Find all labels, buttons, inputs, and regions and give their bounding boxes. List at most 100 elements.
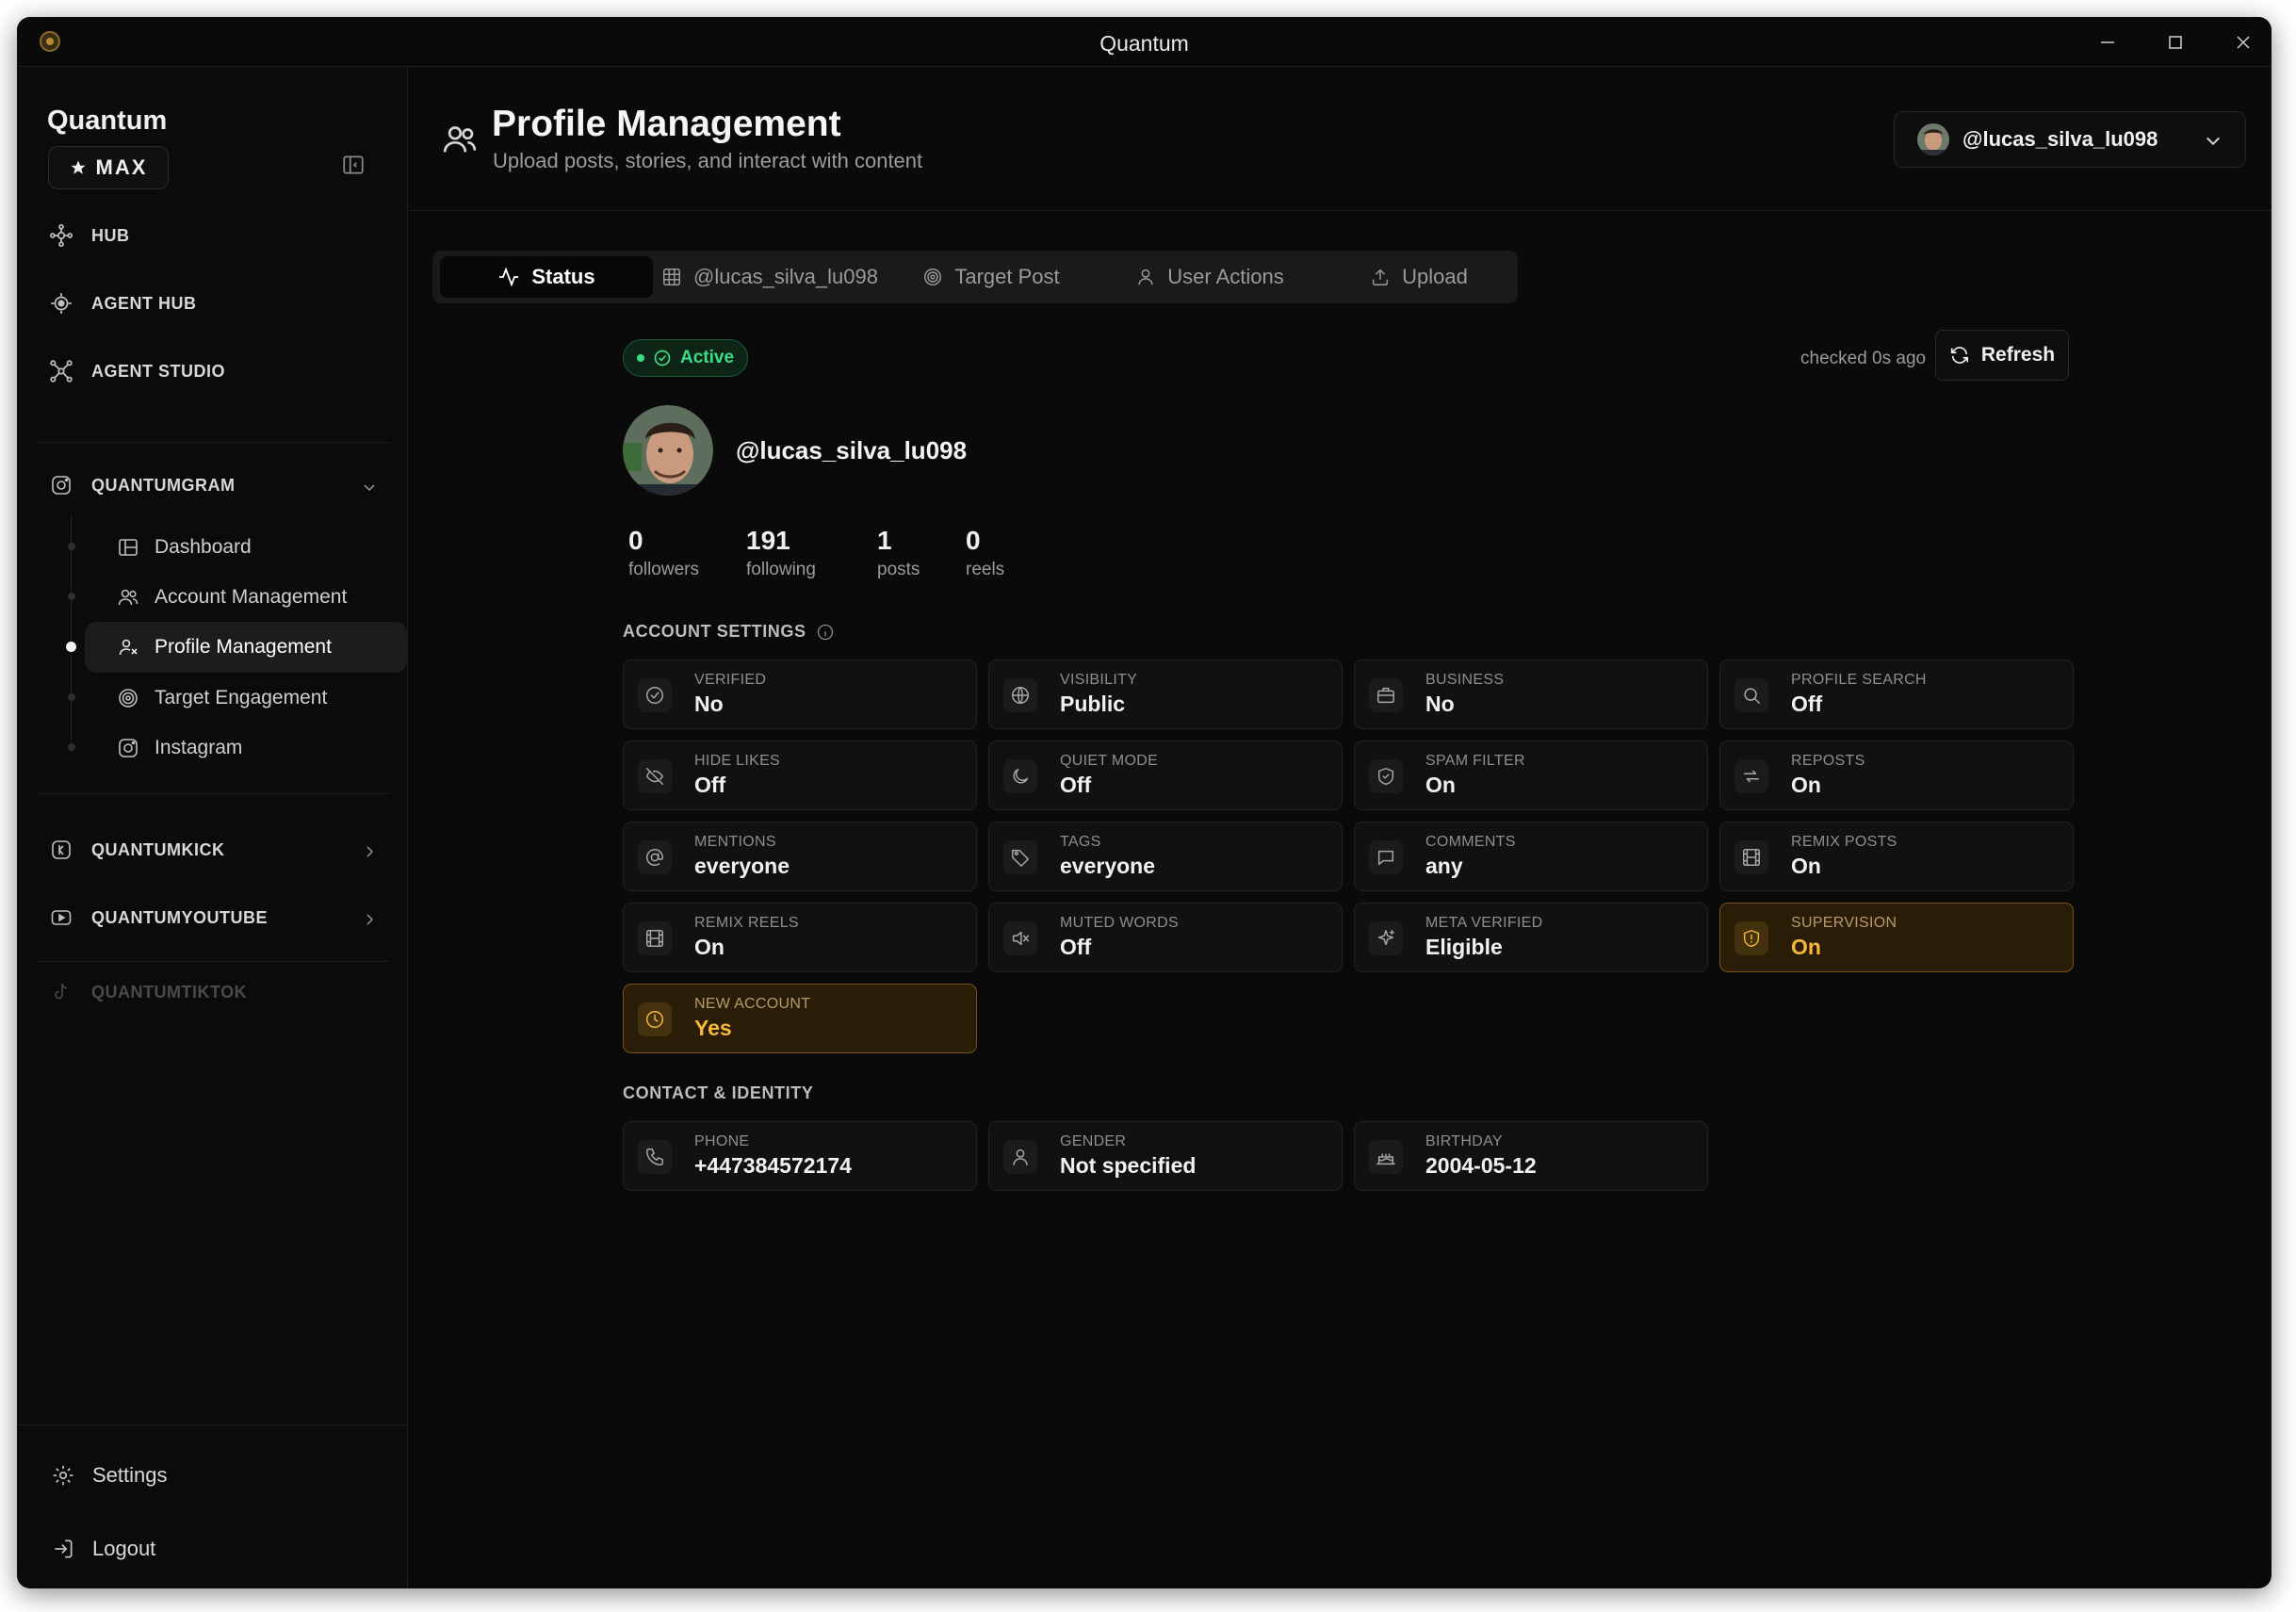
stat-label: followers xyxy=(628,560,699,579)
tab-status[interactable]: Status xyxy=(440,256,653,298)
tab-target-post[interactable]: Target Post xyxy=(894,256,1088,298)
chevron-right-icon[interactable] xyxy=(360,910,379,929)
setting-label: GENDER xyxy=(1060,1133,1127,1149)
setting-value: Public xyxy=(1060,692,1126,716)
setting-label: VISIBILITY xyxy=(1060,672,1138,688)
tab-profile[interactable]: @lucas_silva_lu098 xyxy=(659,256,881,298)
stat-label: posts xyxy=(877,560,920,579)
sidebar-item-account-management[interactable]: Account Management xyxy=(85,572,407,623)
setting-label: COMMENTS xyxy=(1425,834,1516,850)
setting-value: Off xyxy=(1060,935,1092,959)
setting-label: PROFILE SEARCH xyxy=(1791,672,1927,688)
setting-card: MUTED WORDS Off xyxy=(988,903,1343,972)
chevron-right-icon[interactable] xyxy=(360,842,379,861)
setting-card: QUIET MODE Off xyxy=(988,741,1343,810)
sidebar-divider xyxy=(36,442,389,443)
setting-label: REPOSTS xyxy=(1791,753,1865,769)
tab-upload-label: Upload xyxy=(1402,265,1468,288)
setting-card: REMIX POSTS On xyxy=(1719,822,2074,891)
tree-dot xyxy=(68,593,75,600)
sidebar-divider xyxy=(36,961,389,962)
nav-agent-hub[interactable]: AGENT HUB xyxy=(48,290,197,317)
star-icon xyxy=(71,160,86,174)
maximize-button[interactable] xyxy=(2141,17,2209,67)
settings-button[interactable]: Settings xyxy=(51,1463,168,1488)
setting-label: META VERIFIED xyxy=(1425,915,1543,931)
tab-upload[interactable]: Upload xyxy=(1327,256,1510,298)
comment-icon xyxy=(1369,840,1403,874)
nav-agent-studio-label: AGENT STUDIO xyxy=(91,361,226,381)
setting-label: SUPERVISION xyxy=(1791,915,1897,931)
refresh-label: Refresh xyxy=(1980,344,2056,366)
logout-icon xyxy=(55,1539,73,1558)
chevron-down-icon[interactable] xyxy=(360,478,379,497)
setting-value: 2004-05-12 xyxy=(1425,1153,1537,1178)
group-quantumtiktok-label: QUANTUMTIKTOK xyxy=(91,982,248,1001)
users-icon xyxy=(443,126,477,153)
setting-card: REPOSTS On xyxy=(1719,741,2074,810)
status-badge-label: Active xyxy=(680,348,735,367)
setting-value: any xyxy=(1425,854,1463,878)
grid-icon xyxy=(663,269,680,285)
minimize-button[interactable] xyxy=(2074,17,2141,67)
setting-label: PHONE xyxy=(694,1133,750,1149)
nav-hub[interactable]: HUB xyxy=(48,222,130,249)
tree-dot xyxy=(68,693,75,701)
stat-value: 0 xyxy=(966,526,981,555)
setting-label: QUIET MODE xyxy=(1060,753,1159,769)
contact-heading: CONTACT & IDENTITY xyxy=(623,1083,813,1103)
setting-label: TAGS xyxy=(1060,834,1101,850)
setting-card: PHONE +447384572174 xyxy=(623,1121,977,1191)
title-bar: Quantum xyxy=(17,17,2272,67)
setting-label: NEW ACCOUNT xyxy=(694,996,811,1012)
sidebar-item-target-engagement[interactable]: Target Engagement xyxy=(85,673,407,724)
film-icon xyxy=(1734,840,1768,874)
logout-button[interactable]: Logout xyxy=(51,1537,155,1561)
group-quantumgram-label: QUANTUMGRAM xyxy=(91,475,236,495)
globe-icon xyxy=(1003,678,1037,712)
group-quantumyoutube[interactable]: QUANTUMYOUTUBE xyxy=(48,904,268,931)
setting-card: SUPERVISION On xyxy=(1719,903,2074,972)
account-settings-heading: ACCOUNT SETTINGS xyxy=(623,622,835,642)
setting-label: REMIX POSTS xyxy=(1791,834,1897,850)
user-icon xyxy=(1138,269,1153,285)
target-icon xyxy=(119,689,138,708)
stat-value: 191 xyxy=(746,526,790,555)
tree-dot-active xyxy=(66,642,76,652)
tag-icon xyxy=(1003,840,1037,874)
setting-value: On xyxy=(1791,935,1821,959)
sidebar-item-instagram[interactable]: Instagram xyxy=(85,723,407,773)
stat-value: 0 xyxy=(628,526,643,555)
profile-icon xyxy=(119,639,138,656)
film-icon xyxy=(638,921,672,955)
setting-card: PROFILE SEARCH Off xyxy=(1719,659,2074,729)
refresh-button[interactable]: Refresh xyxy=(1935,330,2069,381)
sidebar-collapse-button[interactable] xyxy=(337,149,369,181)
nav-hub-label: HUB xyxy=(91,225,130,245)
setting-value: Off xyxy=(1791,692,1823,716)
setting-value: On xyxy=(694,935,725,959)
stat-followers: 0 followers xyxy=(628,526,699,580)
sidebar-item-label: Profile Management xyxy=(155,636,332,658)
tab-user-actions[interactable]: User Actions xyxy=(1105,256,1314,298)
group-quantumkick[interactable]: QUANTUMKICK xyxy=(48,837,224,863)
window-title: Quantum xyxy=(1099,31,1189,56)
nav-agent-studio[interactable]: AGENT STUDIO xyxy=(48,358,225,384)
phone-icon xyxy=(638,1140,672,1174)
setting-value: Not specified xyxy=(1060,1153,1197,1178)
setting-value: No xyxy=(1425,692,1455,716)
sidebar-item-profile-management[interactable]: Profile Management xyxy=(85,622,407,673)
account-selector[interactable]: @lucas_silva_lu098 xyxy=(1894,111,2246,168)
sidebar-item-dashboard[interactable]: Dashboard xyxy=(85,522,407,573)
setting-label: VERIFIED xyxy=(694,672,767,688)
close-button[interactable] xyxy=(2209,17,2272,67)
group-quantumtiktok[interactable]: QUANTUMTIKTOK xyxy=(48,979,247,1005)
setting-card: REMIX REELS On xyxy=(623,903,977,972)
profile-handle: @lucas_silva_lu098 xyxy=(736,436,968,464)
logout-label: Logout xyxy=(92,1537,156,1560)
info-icon[interactable] xyxy=(816,623,835,642)
brand-name: Quantum xyxy=(47,106,168,136)
nav-agent-hub-label: AGENT HUB xyxy=(91,293,197,313)
group-quantumgram[interactable]: QUANTUMGRAM xyxy=(48,472,235,498)
sidebar-item-label: Account Management xyxy=(155,586,348,608)
